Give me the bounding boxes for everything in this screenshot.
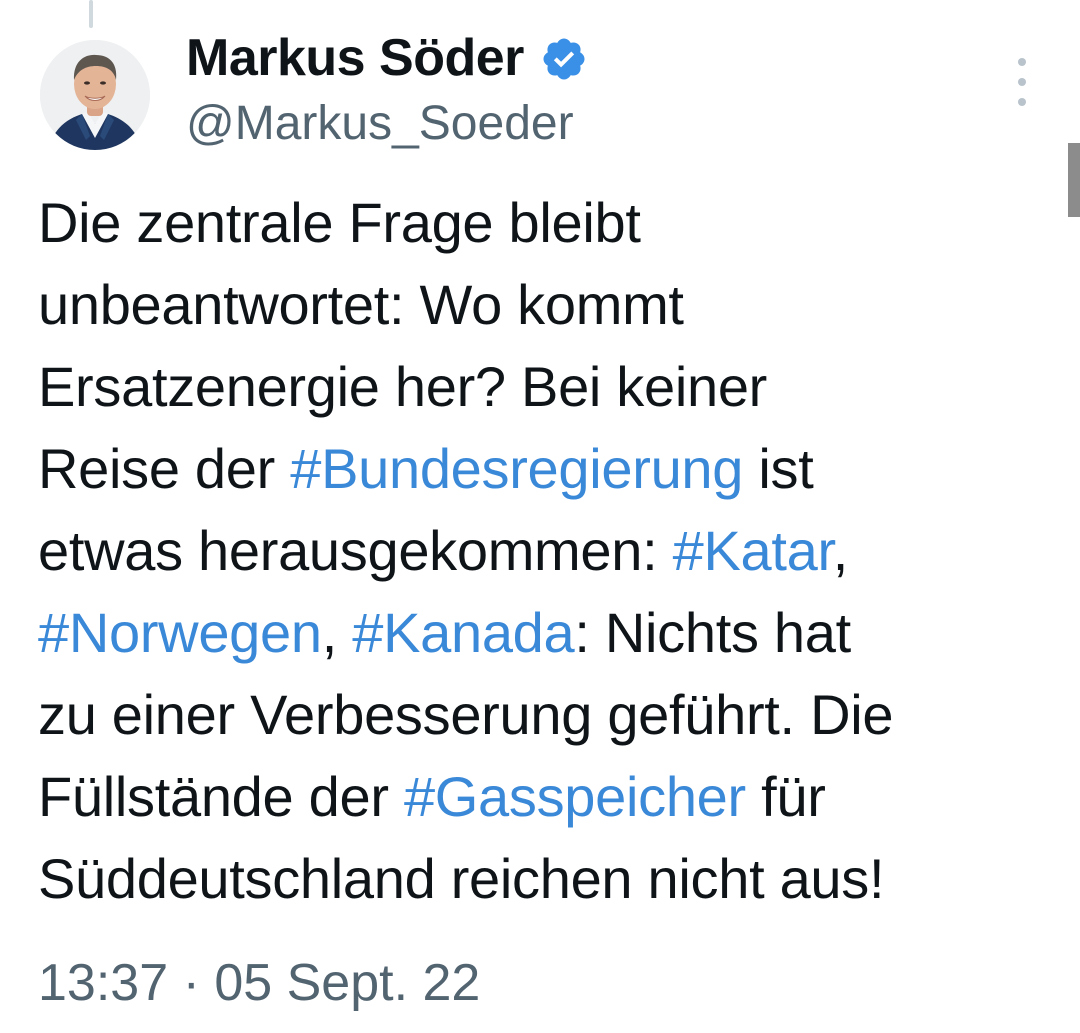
tweet-text-segment: zu einer Verbesserung geführt. Die xyxy=(38,683,894,746)
profile-photo xyxy=(40,40,150,150)
tweet-text-segment: , xyxy=(832,519,849,582)
hashtag-link[interactable]: #Norwegen xyxy=(38,601,322,664)
tweet-timestamp[interactable]: 13:37 · 05 Sept. 22 xyxy=(38,950,480,1016)
more-dot xyxy=(1018,78,1026,86)
tweet-text-segment: Ersatzenergie her? Bei keiner xyxy=(38,355,768,418)
tweet-text-line: Ersatzenergie her? Bei keiner xyxy=(38,346,1058,428)
hashtag-link[interactable]: #Kanada xyxy=(352,601,574,664)
more-dot xyxy=(1018,58,1026,66)
scrollbar-thumb[interactable] xyxy=(1068,143,1080,217)
tweet-text-line: Füllstände der #Gasspeicher für xyxy=(38,756,1058,838)
more-dot xyxy=(1018,98,1026,106)
tweet-text-line: Die zentrale Frage bleibt xyxy=(38,182,1058,264)
tweet-text-line: Süddeutschland reichen nicht aus! xyxy=(38,838,1058,920)
tweet-text-line: #Norwegen, #Kanada: Nichts hat xyxy=(38,592,1058,674)
avatar[interactable] xyxy=(40,40,150,150)
author-name-row: Markus Söder xyxy=(186,26,588,90)
verified-badge-icon xyxy=(543,38,585,80)
tweet-text-line: zu einer Verbesserung geführt. Die xyxy=(38,674,1058,756)
tweet-text-segment: Füllstände der xyxy=(38,765,404,828)
author-handle[interactable]: @Markus_Soeder xyxy=(186,94,574,154)
tweet-text-segment: , xyxy=(321,601,353,664)
more-vertical-icon[interactable] xyxy=(1002,58,1042,106)
tweet-text-segment: Die zentrale Frage bleibt xyxy=(38,191,641,254)
hashtag-link[interactable]: #Gasspeicher xyxy=(404,765,746,828)
hashtag-link[interactable]: #Katar xyxy=(673,519,833,582)
tweet-text-line: Reise der #Bundesregierung ist xyxy=(38,428,1058,510)
tweet-text-segment: Reise der xyxy=(38,437,291,500)
thread-connector-line xyxy=(89,0,93,28)
author-display-name[interactable]: Markus Söder xyxy=(186,26,524,90)
tweet-text-segment: etwas herausgekommen: xyxy=(38,519,673,582)
tweet-text-segment: : Nichts hat xyxy=(574,601,851,664)
tweet-text-line: unbeantwortet: Wo kommt xyxy=(38,264,1058,346)
hashtag-link[interactable]: #Bundesregierung xyxy=(290,437,743,500)
tweet-text: Die zentrale Frage bleibt unbeantwortet: … xyxy=(38,182,1058,920)
tweet-text-segment: unbeantwortet: Wo kommt xyxy=(38,273,684,336)
tweet-text-line: etwas herausgekommen: #Katar, xyxy=(38,510,1058,592)
tweet-text-segment: ist xyxy=(743,437,814,500)
tweet-text-segment: für xyxy=(745,765,826,828)
tweet-text-segment: Süddeutschland reichen nicht aus! xyxy=(38,847,885,910)
